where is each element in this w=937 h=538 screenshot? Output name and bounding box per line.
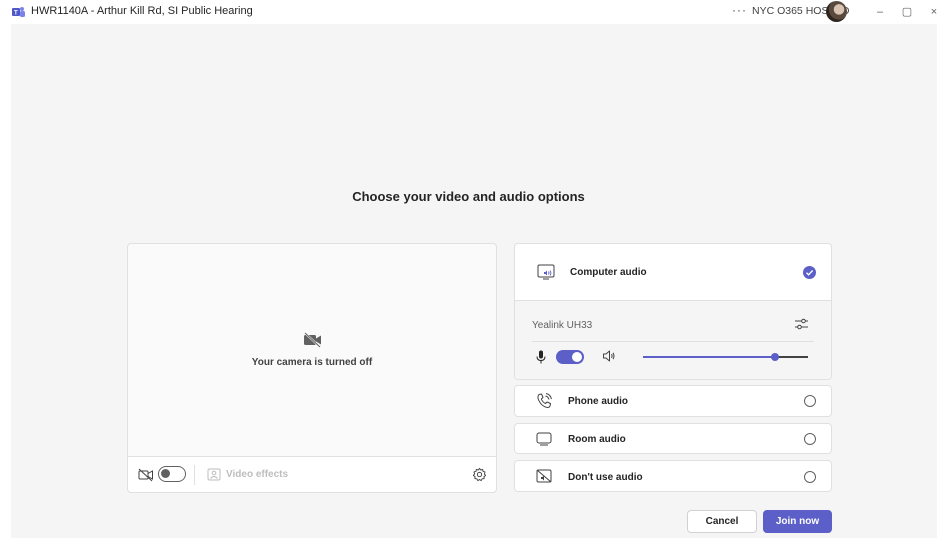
maximize-button[interactable]: ▢ [897,2,917,22]
join-now-button[interactable]: Join now [763,510,832,533]
close-button[interactable]: × [924,2,937,22]
room-audio-label: Room audio [568,434,626,445]
divider [532,341,814,342]
no-audio-label: Don't use audio [568,472,643,483]
volume-track-fill [643,356,775,358]
phone-audio-label: Phone audio [568,396,628,407]
video-effects-button[interactable]: Video effects [226,469,288,480]
computer-audio-settings: Yealink UH33 [515,301,831,379]
svg-text:T: T [14,11,18,17]
computer-audio-option[interactable]: Computer audio Yealink UH33 [514,243,832,380]
teams-logo-icon: T [12,7,25,17]
video-preview-area: Your camera is turned off [128,244,496,456]
room-audio-option[interactable]: Room audio [514,423,832,454]
phone-audio-radio[interactable] [804,395,816,407]
video-controls-bar: Video effects [128,456,496,492]
cancel-button[interactable]: Cancel [687,510,757,533]
microphone-icon [536,350,546,364]
volume-track [775,356,808,358]
more-options-button[interactable]: ··· [732,3,747,17]
toggle-knob [161,469,170,478]
speaker-icon [603,350,615,362]
room-audio-radio[interactable] [804,433,816,445]
window-title: HWR1140A - Arthur Kill Rd, SI Public Hea… [31,5,253,17]
selected-check-icon [803,266,816,279]
computer-audio-icon [537,264,555,280]
camera-off-icon [138,468,153,482]
volume-thumb[interactable] [771,353,779,361]
microphone-toggle[interactable] [556,350,584,364]
checkmark-icon [806,270,814,276]
computer-audio-header[interactable]: Computer audio [515,244,831,301]
device-settings-icon[interactable] [795,317,808,331]
audio-device-name: Yealink UH33 [532,320,593,331]
minimize-button[interactable]: – [870,2,890,22]
phone-audio-option[interactable]: Phone audio [514,385,832,417]
room-device-icon [536,432,552,446]
divider [194,465,195,485]
teams-prejoin-window: T HWR1140A - Arthur Kill Rd, SI Public H… [0,0,937,538]
computer-audio-label: Computer audio [570,267,647,278]
no-audio-option[interactable]: Don't use audio [514,460,832,492]
page-title: Choose your video and audio options [352,189,585,204]
no-audio-radio[interactable] [804,471,816,483]
toggle-knob [572,352,582,362]
speaker-volume-slider[interactable] [643,350,808,364]
camera-toggle[interactable] [158,466,186,482]
video-preview-panel: Your camera is turned off Video effects [127,243,497,493]
camera-status-text: Your camera is turned off [251,357,373,368]
camera-off-icon [304,332,321,348]
phone-icon [537,393,552,408]
title-bar: T HWR1140A - Arthur Kill Rd, SI Public H… [0,0,937,24]
avatar[interactable] [826,1,847,22]
gear-icon[interactable] [472,467,487,482]
video-effects-icon [207,468,221,481]
no-audio-icon [536,469,552,483]
